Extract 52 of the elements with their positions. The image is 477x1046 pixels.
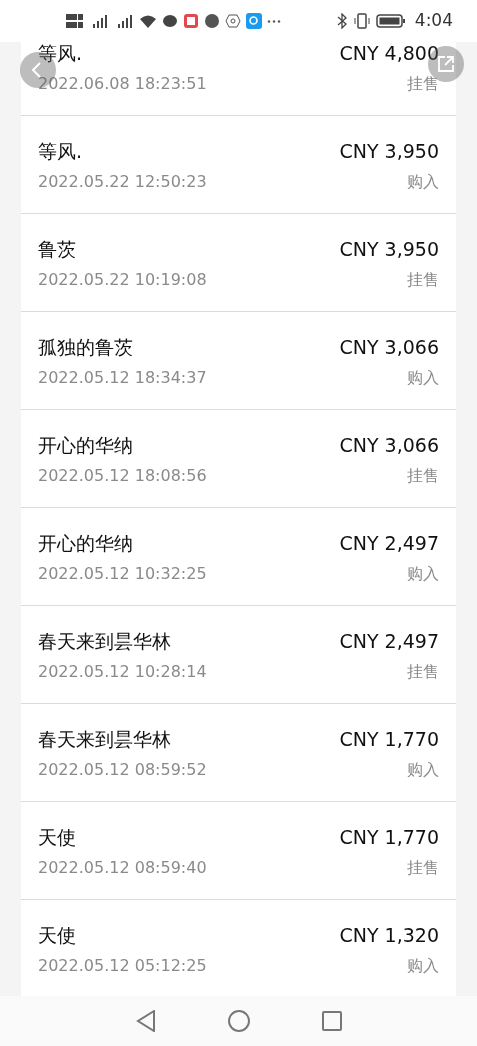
buyer-name: 天使 xyxy=(38,923,76,948)
recents-nav-icon[interactable] xyxy=(321,1011,342,1031)
buyer-name: 鲁茨 xyxy=(38,237,76,262)
book-icon xyxy=(183,13,199,29)
timestamp: 2022.05.22 10:19:08 xyxy=(38,269,207,291)
buyer-name: 等风. xyxy=(38,42,83,66)
timestamp: 2022.05.22 12:50:23 xyxy=(38,171,207,193)
transaction-type: 挂售 xyxy=(407,465,439,487)
home-nav-icon[interactable] xyxy=(227,1010,250,1032)
price: CNY 3,066 xyxy=(339,433,439,458)
transaction-type: 购入 xyxy=(407,955,439,977)
transaction-type: 挂售 xyxy=(407,269,439,291)
buyer-name: 春天来到昙华林 xyxy=(38,629,171,654)
price: CNY 2,497 xyxy=(339,531,439,556)
transaction-type: 购入 xyxy=(407,367,439,389)
transaction-type: 购入 xyxy=(407,171,439,193)
price: CNY 3,066 xyxy=(339,335,439,360)
back-nav-icon[interactable] xyxy=(135,1010,156,1032)
bluetooth-icon xyxy=(335,13,348,29)
buyer-name: 孤独的鲁茨 xyxy=(38,335,133,360)
hexagon-icon xyxy=(225,13,241,29)
timestamp: 2022.05.12 18:08:56 xyxy=(38,465,207,487)
buyer-name: 春天来到昙华林 xyxy=(38,727,171,752)
battery-icon xyxy=(375,13,406,29)
price: CNY 1,320 xyxy=(339,923,439,948)
timestamp: 2022.05.12 08:59:40 xyxy=(38,857,207,879)
search-app-icon xyxy=(246,13,262,29)
timestamp: 2022.06.08 18:23:51 xyxy=(38,73,207,95)
timestamp: 2022.05.12 18:34:37 xyxy=(38,367,207,389)
transaction-type: 挂售 xyxy=(407,73,439,95)
transaction-type: 购入 xyxy=(407,563,439,585)
price: CNY 1,770 xyxy=(339,825,439,850)
transaction-type: 挂售 xyxy=(407,661,439,683)
price: CNY 1,770 xyxy=(339,727,439,752)
transaction-type: 购入 xyxy=(407,759,439,781)
price: CNY 2,497 xyxy=(339,629,439,654)
timestamp: 2022.05.12 10:28:14 xyxy=(38,661,207,683)
timestamp: 2022.05.12 05:12:25 xyxy=(38,955,207,977)
price: CNY 3,950 xyxy=(339,139,439,164)
buyer-name: 天使 xyxy=(38,825,76,850)
transaction-type: 挂售 xyxy=(407,857,439,879)
price: CNY 3,950 xyxy=(339,237,439,262)
buyer-name: 开心的华纳 xyxy=(38,433,133,458)
buyer-name: 等风. xyxy=(38,139,83,164)
clock: 4:04 xyxy=(414,9,453,33)
timestamp: 2022.05.12 10:32:25 xyxy=(38,563,207,585)
price: CNY 4,800 xyxy=(339,42,439,66)
vibrate-icon xyxy=(352,13,371,29)
timestamp: 2022.05.12 08:59:52 xyxy=(38,759,207,781)
buyer-name: 开心的华纳 xyxy=(38,531,133,556)
more-icon xyxy=(267,19,281,23)
wifi-icon xyxy=(139,13,157,29)
